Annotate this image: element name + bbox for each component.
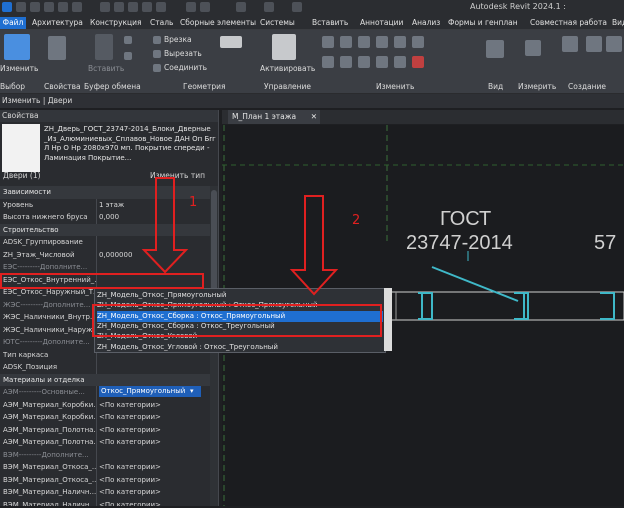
annotation-number-1: 1 bbox=[189, 195, 198, 210]
annotation-overlay bbox=[141, 177, 339, 296]
arrow-1-icon bbox=[141, 177, 189, 274]
highlight-field-box bbox=[0, 273, 204, 289]
highlight-options-box bbox=[92, 304, 382, 337]
annotation-number-2: 2 bbox=[352, 213, 361, 228]
arrow-2-icon bbox=[289, 195, 339, 296]
